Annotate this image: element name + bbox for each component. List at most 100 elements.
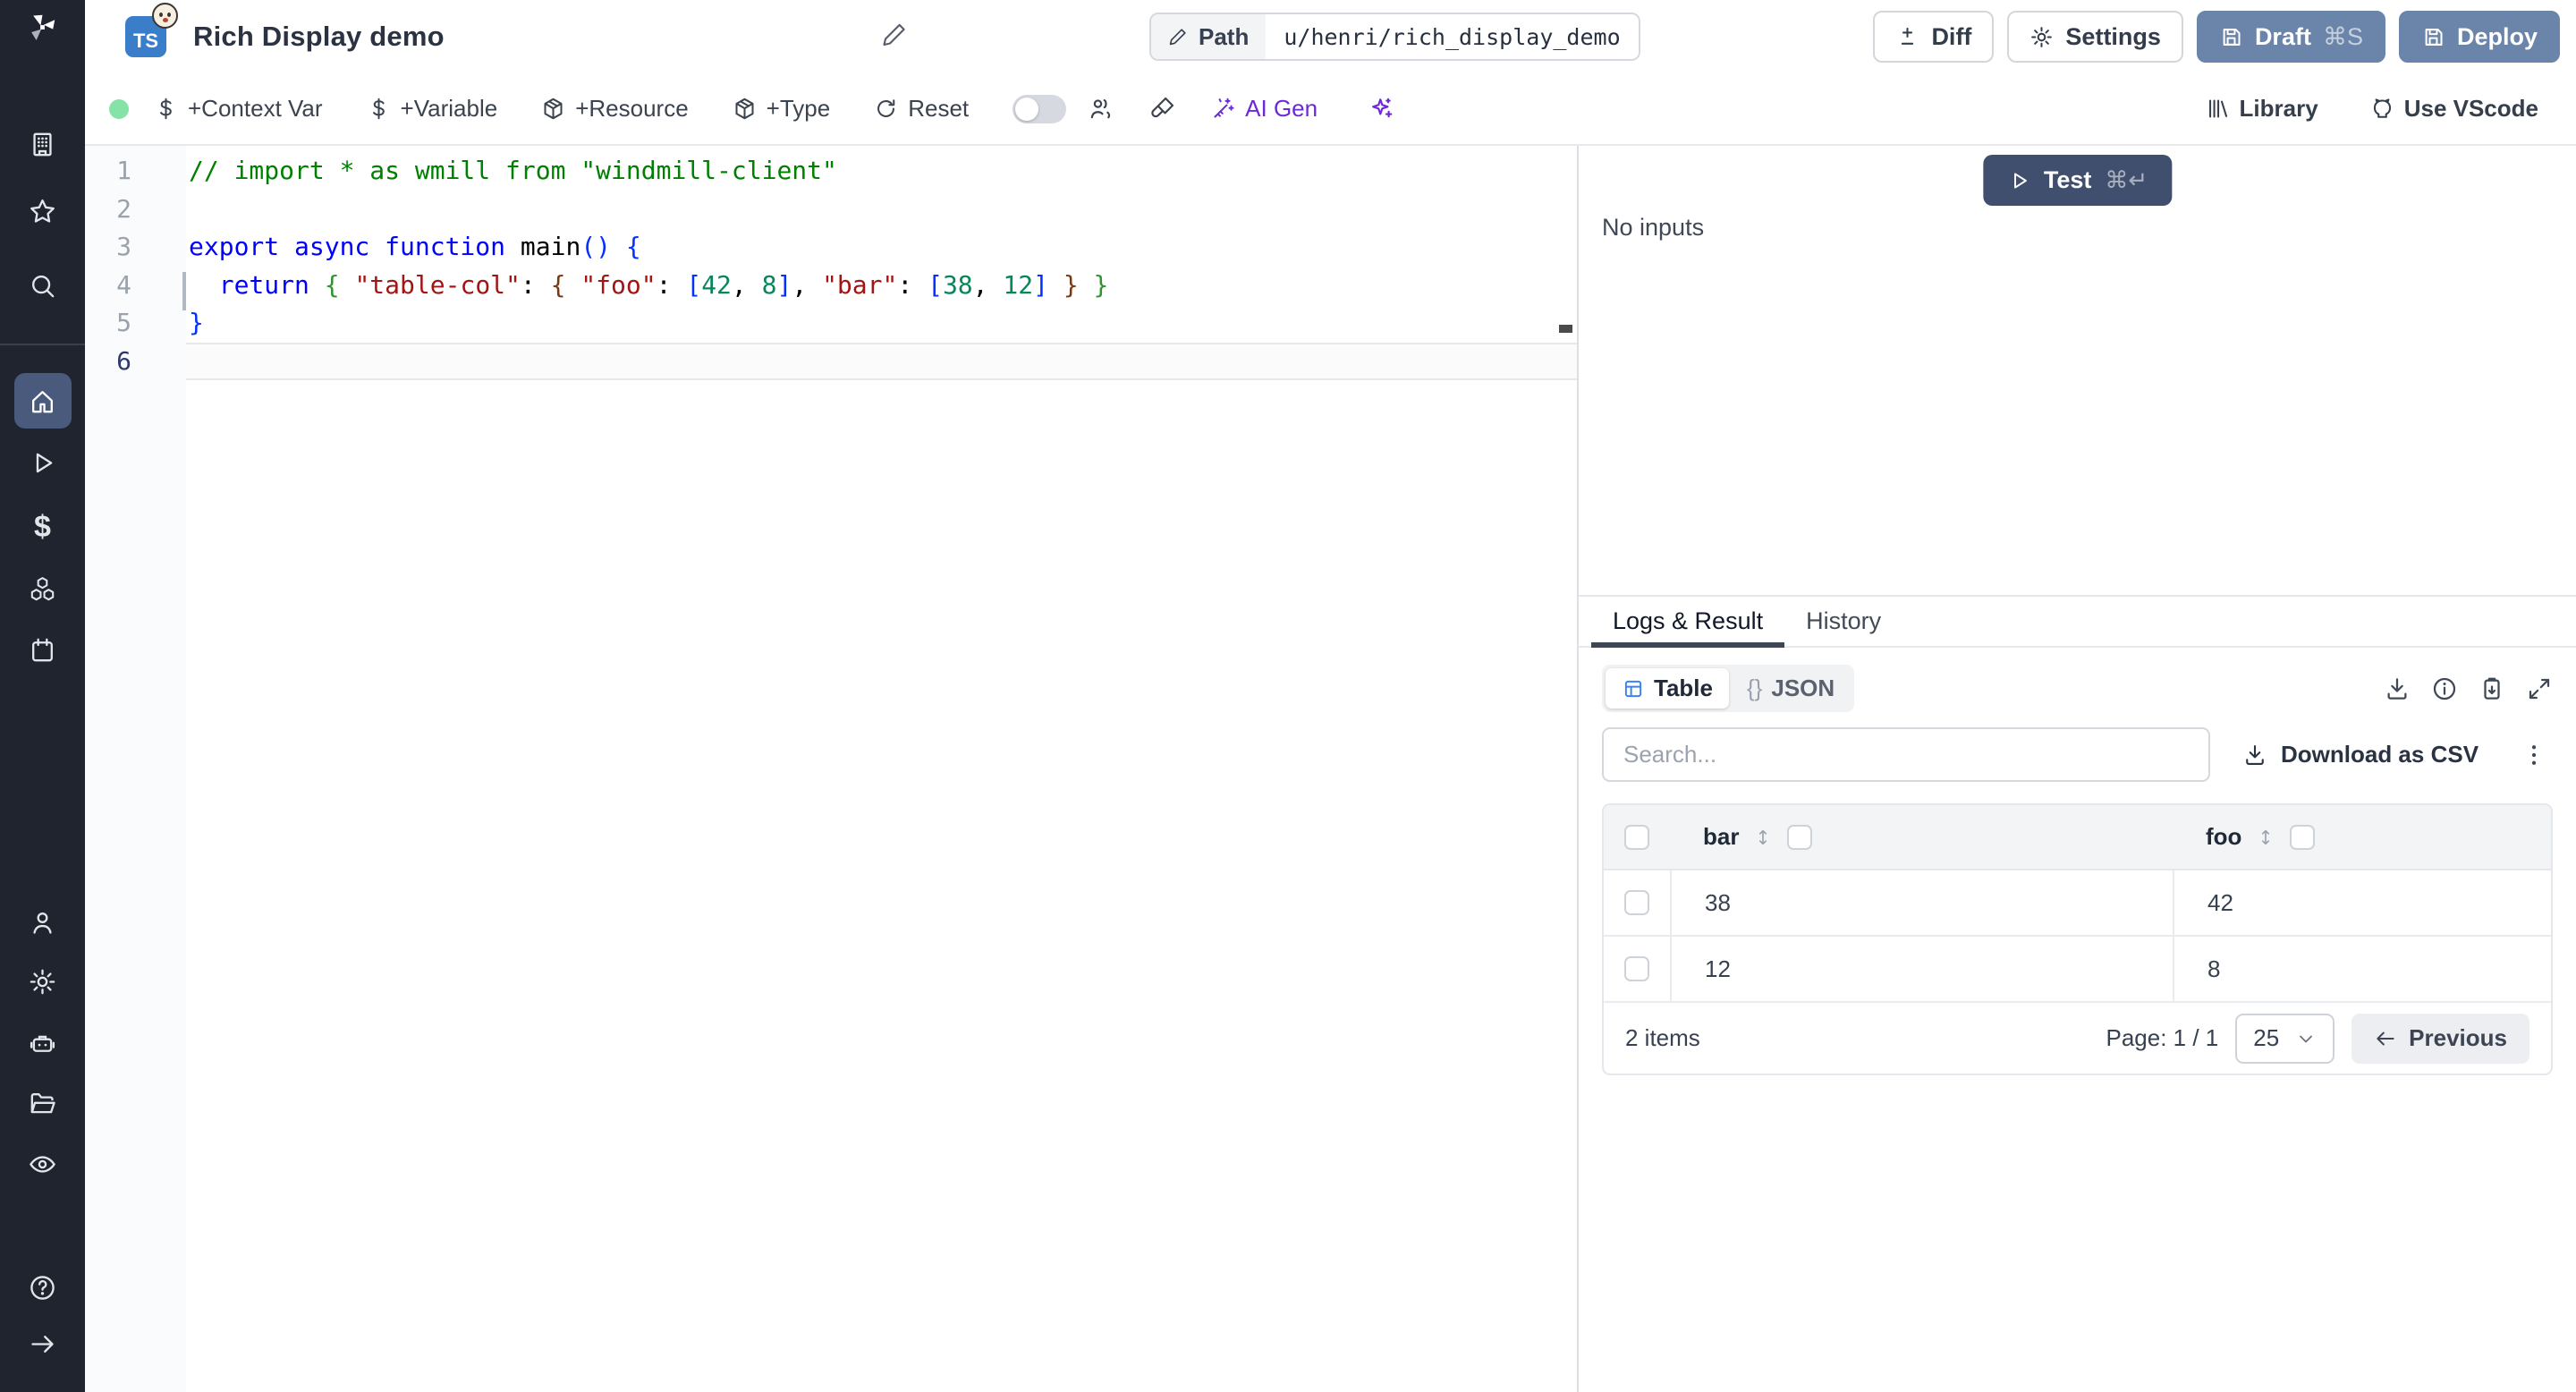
multiplayer-toggle[interactable] [1013,94,1067,123]
code-token: } [1093,269,1109,300]
row-checkbox[interactable] [1624,890,1649,915]
code-token: , [972,269,1004,300]
sort-icon[interactable] [1753,828,1773,847]
draft-button[interactable]: Draft ⌘S [2196,11,2385,63]
script-path: u/henri/rich_display_demo [1266,14,1639,59]
code-line[interactable]: } [186,304,1577,343]
settings-button[interactable]: Settings [2007,11,2183,63]
workers-robot-icon[interactable] [0,1029,85,1058]
result-table: bar foo 38 42 12 8 2 items Page: 1 / 1 2… [1602,803,2553,1075]
table-cell: 42 [2173,870,2551,935]
code-token: "bar" [822,269,898,300]
page-size-select[interactable]: 25 [2235,1013,2335,1064]
download-icon [2246,744,2264,765]
table-cell: 38 [1670,870,2173,935]
line-number: 5 [116,308,131,337]
editor-gutter: 1 2 3 4 5 6 [85,146,186,1392]
runs-play-icon[interactable] [0,448,85,478]
pencil-icon [1169,29,1186,46]
add-context-var-button[interactable]: +Context Var [154,95,323,123]
previous-page-button[interactable]: Previous [2351,1013,2529,1064]
audit-eye-icon[interactable] [0,1150,85,1179]
code-line[interactable] [186,342,1577,380]
toolbar-right: Library Use VScode [2206,95,2576,123]
format-brush-icon[interactable] [1149,96,1175,122]
code-line[interactable]: return { "table-col": { "foo": [42, 8], … [186,267,1577,305]
windmill-logo-icon[interactable] [0,13,85,42]
select-all-checkbox[interactable] [1624,824,1649,850]
items-count: 2 items [1625,1024,1700,1051]
folders-icon[interactable] [0,1089,85,1118]
settings-gear-icon[interactable] [0,967,85,997]
package-icon [544,98,563,120]
sort-icon[interactable] [2256,828,2275,847]
add-type-button[interactable]: +Type [733,95,830,123]
row-checkbox[interactable] [1624,956,1649,981]
line-number: 3 [116,232,131,261]
edit-summary-pencil-icon[interactable] [881,21,908,53]
code-token: 8 [761,269,777,300]
expand-fullscreen-icon[interactable] [2526,675,2553,702]
view-table-button[interactable]: Table [1606,668,1729,709]
sidebar: $ [0,0,85,1392]
diff-button[interactable]: Diff [1873,11,1995,63]
results-body: Table {} JSON Search... Download as CSV … [1579,648,2576,1075]
column-toggle-checkbox[interactable] [1787,824,1813,850]
help-icon[interactable] [0,1273,85,1303]
search-input[interactable] [1602,727,2210,782]
schedules-calendar-icon[interactable] [0,635,85,665]
expand-sidebar-arrow-icon[interactable] [0,1329,85,1359]
deploy-button[interactable]: Deploy [2398,11,2560,63]
overview-ruler-mark [1559,325,1572,333]
ai-gen-button[interactable]: AI Gen [1211,95,1318,123]
line-number: 4 [116,269,131,300]
header-actions: Diff Settings Draft ⌘S Deploy [1873,11,2560,63]
column-toggle-checkbox[interactable] [2290,824,2316,850]
search-icon[interactable] [0,271,85,301]
download-csv-button[interactable]: Download as CSV [2242,741,2479,768]
code-token: : [656,269,687,300]
code-token: } [1063,269,1079,300]
path-button[interactable]: Path u/henri/rich_display_demo [1149,13,1640,61]
copy-clipboard-icon[interactable] [2479,675,2505,702]
code-line[interactable] [186,191,1577,229]
tab-logs-result[interactable]: Logs & Result [1591,597,1785,648]
results-section: Logs & Result History Table {} JSON Sear… [1579,595,2576,1392]
code-token: : [520,269,551,300]
code-line[interactable]: // import * as wmill from "windmill-clie… [186,152,1577,191]
results-tabs: Logs & Result History [1579,597,2576,648]
code-line[interactable]: export async function main() { [186,228,1577,267]
package-icon [735,98,754,120]
tab-history[interactable]: History [1784,597,1902,646]
add-resource-button[interactable]: +Resource [541,95,689,123]
test-button[interactable]: Test ⌘↵ [1982,155,2173,206]
magic-wand-icon [1214,98,1234,118]
use-vscode-button[interactable]: Use VScode [2370,95,2538,123]
page-indicator: Page: 1 / 1 [2106,1024,2219,1051]
view-json-button[interactable]: {} JSON [1731,668,1851,709]
info-icon[interactable] [2431,675,2458,702]
code-token: main [520,232,581,261]
workspace-building-icon[interactable] [0,130,85,159]
resources-cubes-icon[interactable] [0,574,85,604]
code-token: , [792,269,823,300]
favorites-star-icon[interactable] [0,197,85,226]
reset-button[interactable]: Reset [874,95,969,123]
table-cell: 12 [1670,937,2173,1001]
code-editor[interactable]: 123456 // import * as wmill from "windmi… [85,146,1577,1392]
variables-dollar-icon[interactable]: $ [0,512,85,542]
code-token: ] [1033,269,1048,300]
download-result-icon[interactable] [2384,675,2411,702]
library-button[interactable]: Library [2206,95,2318,123]
sparkles-icon[interactable] [1368,96,1394,122]
table-body: 38 42 12 8 [1604,870,2551,1003]
sidebar-item-home-active[interactable] [13,373,72,429]
multiplayer-users-icon[interactable] [1088,96,1114,122]
add-variable-button[interactable]: +Variable [367,95,497,123]
code-token: "foo" [580,269,657,300]
more-options-kebab-icon[interactable] [2521,742,2547,768]
code-token: export async function [189,232,521,261]
user-icon[interactable] [0,908,85,938]
